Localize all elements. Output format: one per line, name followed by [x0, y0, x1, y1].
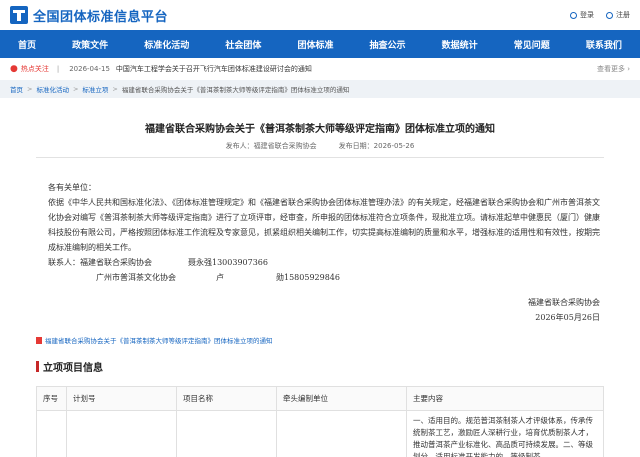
col-plan-no: 计划号 [66, 386, 177, 411]
breadcrumb-home[interactable]: 首页 [10, 84, 23, 94]
register-link[interactable]: 注册 [606, 10, 630, 20]
site-logo[interactable]: 全国团体标准信息平台 [10, 6, 168, 25]
hot-label: 热点关注 [20, 65, 49, 73]
col-index: 序号 [36, 386, 67, 411]
main-paragraph: 依据《中华人民共和国标准化法》、《团体标准管理规定》和《福建省联合采购协会团体标… [48, 198, 600, 252]
nav-faq[interactable]: 常见问题 [502, 30, 562, 58]
col-project-name: 项目名称 [176, 386, 277, 411]
article-body: 各有关单位： 依据《中华人民共和国标准化法》、《团体标准管理规定》和《福建省联合… [36, 180, 604, 325]
publish-date: 发布日期：2026-05-26 [338, 142, 415, 150]
more-link[interactable]: 查看更多 › [597, 64, 630, 74]
article-title: 福建省联合采购协会关于《普洱茶制茶大师等级评定指南》团体标准立项的通知 [145, 124, 495, 135]
flame-icon: ● [10, 64, 18, 74]
breadcrumb: 首页 > 标准化活动 > 标准立项 > 福建省联合采购协会关于《普洱茶制茶大师等… [0, 80, 640, 98]
hot-news-link[interactable]: 中国汽车工程学会关于召开飞行汽车团体标准建设研讨会的通知 [116, 64, 597, 74]
salutation: 各有关单位： [48, 183, 96, 192]
nav-standards[interactable]: 团体标准 [285, 30, 345, 58]
login-link[interactable]: 登录 [570, 10, 594, 20]
heading-accent [36, 361, 39, 372]
hot-news-bar: ● 热点关注 | 2026-04-15 中国汽车工程学会关于召开飞行汽车团体标准… [0, 58, 640, 80]
main-nav: 首页 政策文件 标准化活动 社会团体 团体标准 抽查公示 数据统计 常见问题 联… [0, 30, 640, 58]
table-row: 一、适用目的。规范普洱茶制茶人才评级体系，传承传统制茶工艺，激励匠人深耕行业，培… [36, 410, 604, 457]
nav-statistics[interactable]: 数据统计 [430, 30, 490, 58]
divider [36, 157, 604, 158]
site-title: 全国团体标准信息平台 [33, 9, 169, 25]
top-header: 全国团体标准信息平台 登录 注册 [0, 0, 640, 30]
breadcrumb-activities[interactable]: 标准化活动 [36, 84, 69, 94]
contact-1: 联系人：福建省联合采购协会 聂永强13003907366 [48, 258, 268, 267]
hot-divider: | [56, 65, 60, 73]
auth-links: 登录 注册 [570, 10, 630, 20]
table-header-row: 序号 计划号 项目名称 牵头编制单位 主要内容 [36, 386, 604, 411]
hot-date: 2026-04-15 [69, 65, 110, 73]
user-icon [570, 11, 577, 19]
contact-2: 广州市普洱茶文化协会 卢 勋15805929846 [96, 273, 340, 282]
project-table: 序号 计划号 项目名称 牵头编制单位 主要内容 一、适用目的。规范普洱茶制茶人才… [36, 386, 604, 457]
user-plus-icon [606, 11, 613, 19]
attachment-link[interactable]: 福建省联合采购协会关于《普洱茶制茶大师等级评定指南》团体标准立项的通知 [36, 335, 604, 345]
breadcrumb-approval[interactable]: 标准立项 [82, 84, 108, 94]
project-info-heading: 立项项目信息 [36, 359, 604, 374]
publisher: 发布人：福建省联合采购协会 [225, 142, 317, 150]
article-meta: 发布人：福建省联合采购协会 发布日期：2026-05-26 [36, 141, 604, 151]
nav-home[interactable]: 首页 [6, 30, 48, 58]
attachment-icon [36, 336, 42, 344]
nav-contact[interactable]: 联系我们 [574, 30, 634, 58]
col-main-content: 主要内容 [406, 386, 604, 411]
logo-icon [10, 6, 28, 24]
nav-policy[interactable]: 政策文件 [60, 30, 120, 58]
nav-activities[interactable]: 标准化活动 [132, 30, 201, 58]
breadcrumb-current: 福建省联合采购协会关于《普洱茶制茶大师等级评定指南》团体标准立项的通知 [121, 86, 350, 94]
signature-org: 福建省联合采购协会 [528, 298, 600, 307]
nav-organizations[interactable]: 社会团体 [213, 30, 273, 58]
col-lead-unit: 牵头编制单位 [276, 386, 407, 411]
signature-date: 2026年05月26日 [535, 313, 600, 322]
article: 福建省联合采购协会关于《普洱茶制茶大师等级评定指南》团体标准立项的通知 发布人：… [0, 120, 640, 457]
nav-inspection[interactable]: 抽查公示 [358, 30, 418, 58]
main-content-cell: 一、适用目的。规范普洱茶制茶人才评级体系，传承传统制茶工艺，激励匠人深耕行业，培… [406, 410, 604, 457]
